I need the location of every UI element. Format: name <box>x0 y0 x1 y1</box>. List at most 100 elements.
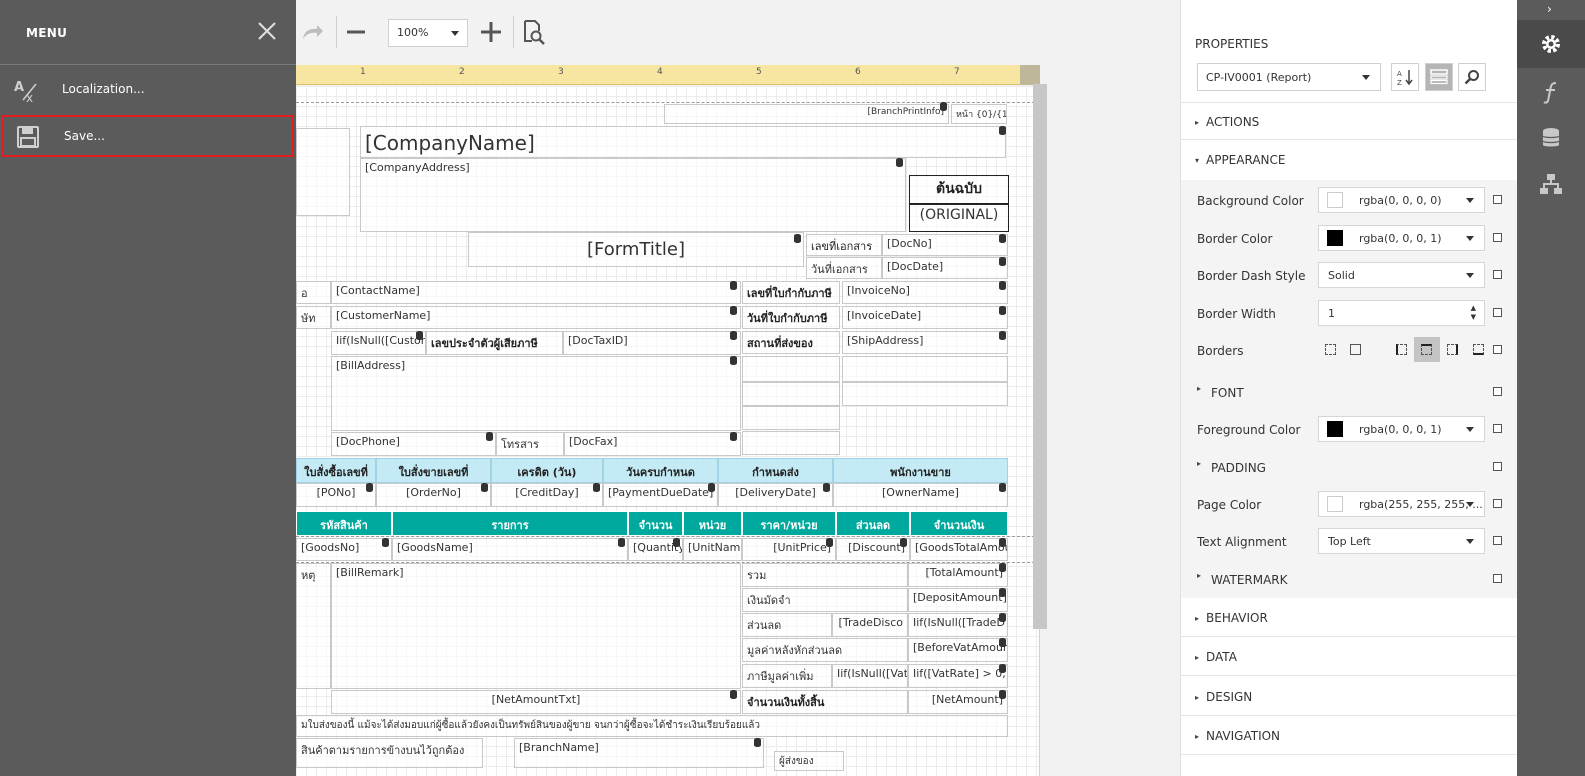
customer-iif-field[interactable]: Iif(IsNull([Custom <box>331 331 426 355</box>
page-number-field[interactable]: หน้า {0}/{1} <box>951 104 1007 124</box>
po-no-field[interactable]: [PONo] <box>296 483 376 507</box>
header-delivery-date[interactable]: กำหนดส่ง <box>718 458 833 483</box>
prop-padding[interactable]: ▸ PADDING <box>1181 449 1517 485</box>
close-icon[interactable] <box>256 20 278 42</box>
reset-checkbox[interactable] <box>1493 270 1502 279</box>
gear-icon[interactable] <box>1539 32 1563 56</box>
header-goods-name[interactable]: รายการ <box>392 511 628 536</box>
reset-checkbox[interactable] <box>1493 499 1502 508</box>
border-top-icon[interactable] <box>1421 344 1432 355</box>
unit-name-field[interactable]: [UnitNam <box>683 538 742 561</box>
logo-picture-box[interactable] <box>296 128 350 216</box>
empty-cell[interactable] <box>742 406 840 430</box>
delivery-date-field[interactable]: [DeliveryDate] <box>718 483 833 507</box>
reset-checkbox[interactable] <box>1493 195 1502 204</box>
sum-label-total[interactable]: รวม <box>742 563 908 587</box>
sort-az-icon[interactable]: AZ <box>1391 63 1419 91</box>
customer-name-field[interactable]: [CustomerName] <box>331 306 741 329</box>
goods-name-field[interactable]: [GoodsName] <box>392 538 628 561</box>
reset-checkbox[interactable] <box>1493 536 1502 545</box>
empty-cell[interactable] <box>842 382 1008 406</box>
search-icon[interactable] <box>1458 63 1486 91</box>
prop-font[interactable]: ▸ FONT <box>1181 374 1517 410</box>
border-dash-style-select[interactable]: Solid <box>1318 262 1485 288</box>
doc-date-label[interactable]: วันที่เอกสาร <box>806 257 882 279</box>
invoice-no-label[interactable]: เลขที่ใบกำกับภาษี <box>742 281 840 304</box>
zoom-select[interactable]: 100% <box>388 19 468 47</box>
border-width-spinner[interactable]: 1 ▲ ▼ <box>1318 300 1485 326</box>
header-goods-no[interactable]: รหัสสินค้า <box>296 511 392 536</box>
trade-discount-field[interactable]: [TradeDisco <box>832 613 908 637</box>
function-icon[interactable] <box>1539 80 1563 104</box>
company-address-field[interactable]: [CompanyAddress] <box>360 158 906 232</box>
doc-fax-field[interactable]: [DocFax] <box>564 432 741 456</box>
prop-watermark[interactable]: ▸ WATERMARK <box>1181 561 1517 597</box>
footer-goods-label[interactable]: สินค้าตามรายการข้างบนไว้ถูกต้อง <box>296 738 483 768</box>
reset-checkbox[interactable] <box>1493 233 1502 242</box>
sum-label-net[interactable]: จำนวนเงินทั้งสิ้น <box>742 690 908 714</box>
vat-rate-iif-field[interactable]: Iif([VatRate] > 0, <box>908 664 1008 688</box>
credit-day-field[interactable]: [CreditDay] <box>491 483 603 507</box>
branch-print-info-field[interactable]: [BranchPrintInfo] <box>664 104 949 124</box>
empty-cell[interactable] <box>742 382 840 406</box>
tree-icon[interactable] <box>1539 172 1563 196</box>
remark-label[interactable]: หตุ <box>296 563 331 689</box>
vat-iif-field[interactable]: Iif(IsNull([Vat <box>832 664 908 688</box>
doc-date-field[interactable]: [DocDate] <box>882 257 1008 279</box>
sum-label-discount[interactable]: ส่วนลด <box>742 613 832 637</box>
header-po-no[interactable]: ใบสั่งซื้อเลขที่ <box>296 458 376 483</box>
section-navigation[interactable]: ▸ NAVIGATION <box>1181 717 1517 755</box>
invoice-date-field[interactable]: [InvoiceDate] <box>842 306 1008 329</box>
unit-price-field[interactable]: [UnitPrice] <box>742 538 836 561</box>
chevron-right-icon[interactable]: › <box>1547 2 1552 16</box>
plus-icon[interactable] <box>477 18 505 46</box>
reset-checkbox[interactable] <box>1493 387 1502 396</box>
reset-checkbox[interactable] <box>1493 345 1502 354</box>
doc-phone-field[interactable]: [DocPhone] <box>331 432 496 456</box>
invoice-no-field[interactable]: [InvoiceNo] <box>842 281 1008 304</box>
net-amount-text-field[interactable]: [NetAmountTxt] <box>331 690 741 714</box>
object-select[interactable]: CP-IV0001 (Report) <box>1197 63 1381 91</box>
background-color-editor[interactable]: rgba(0, 0, 0, 0) <box>1318 187 1485 213</box>
goods-total-field[interactable]: [GoodsTotalAmou <box>910 538 1008 561</box>
border-bottom-icon[interactable] <box>1473 344 1484 355</box>
document-search-icon[interactable] <box>520 18 548 46</box>
order-no-field[interactable]: [OrderNo] <box>376 483 491 507</box>
section-behavior[interactable]: ▸ BEHAVIOR <box>1181 599 1517 637</box>
header-order-no[interactable]: ใบสั่งขายเลขที่ <box>376 458 491 483</box>
company-name-field[interactable]: [CompanyName] <box>360 126 1006 158</box>
border-right-icon[interactable] <box>1447 344 1458 355</box>
header-total[interactable]: จำนวนเงิน <box>910 511 1008 536</box>
doc-no-label[interactable]: เลขที่เอกสาร <box>806 234 882 256</box>
goods-no-field[interactable]: [GoodsNo] <box>296 538 392 561</box>
footer-note-label[interactable]: มใบส่งของนี้ แม้จะได้ส่งมอบแก่ผู้ซื้อแล้… <box>296 715 1008 737</box>
payment-due-field[interactable]: [PaymentDueDate] <box>603 483 718 507</box>
vertical-scrollbar[interactable] <box>1033 84 1047 629</box>
ship-address-field[interactable]: [ShipAddress] <box>842 331 1008 354</box>
spin-arrows-icon[interactable]: ▲ ▼ <box>1471 304 1476 322</box>
empty-cell[interactable] <box>742 356 840 382</box>
categories-icon[interactable] <box>1425 63 1453 91</box>
header-unit[interactable]: หน่วย <box>683 511 742 536</box>
header-quantity[interactable]: จำนวน <box>628 511 683 536</box>
section-design[interactable]: ▸ DESIGN <box>1181 678 1517 716</box>
customer-label[interactable]: ษัท <box>296 306 331 329</box>
total-amount-field[interactable]: [TotalAmount] <box>908 563 1008 587</box>
tax-id-label[interactable]: เลขประจำตัวผู้เสียภาษี <box>426 331 563 355</box>
before-vat-amount-field[interactable]: [BeforeVatAmoun <box>908 638 1008 662</box>
menu-item-save[interactable]: Save... <box>2 115 294 157</box>
border-left-icon[interactable] <box>1396 344 1407 355</box>
bill-address-field[interactable]: [BillAddress] <box>331 356 741 431</box>
section-appearance[interactable]: ▾ APPEARANCE <box>1181 141 1517 179</box>
fax-label[interactable]: โทรสาร <box>496 432 564 456</box>
owner-name-field[interactable]: [OwnerName] <box>833 483 1008 507</box>
sum-label-deposit[interactable]: เงินมัดจำ <box>742 588 908 612</box>
border-none-icon[interactable] <box>1350 344 1361 355</box>
header-owner[interactable]: พนักงานขาย <box>833 458 1008 483</box>
header-credit-day[interactable]: เครดิต (วัน) <box>491 458 603 483</box>
page-color-editor[interactable]: rgba(255, 255, 255, ... <box>1318 491 1485 517</box>
invoice-date-label[interactable]: วันที่ใบกำกับภาษี <box>742 306 840 329</box>
deposit-amount-field[interactable]: [DepositAmount] <box>908 588 1008 612</box>
net-amount-field[interactable]: [NetAmount] <box>908 690 1008 714</box>
section-data[interactable]: ▸ DATA <box>1181 638 1517 676</box>
